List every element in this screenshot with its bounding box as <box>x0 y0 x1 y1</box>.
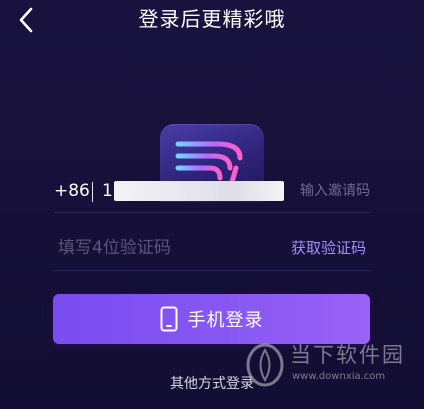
watermark-name: 当下软件园 <box>290 343 405 367</box>
country-code-selector[interactable]: +86 <box>54 179 90 203</box>
verification-code-input[interactable] <box>58 235 258 261</box>
login-screen: 登录后更精彩哦 +86 获取验证码 <box>0 0 424 409</box>
phone-login-button[interactable]: 手机登录 <box>53 294 370 344</box>
page-title: 登录后更精彩哦 <box>138 7 286 31</box>
phone-input-row: +86 <box>54 170 370 213</box>
get-code-button[interactable]: 获取验证码 <box>291 237 366 259</box>
phone-number-redaction <box>114 181 284 201</box>
smartphone-icon <box>160 306 178 332</box>
invite-code-input[interactable] <box>270 179 370 203</box>
phone-login-label: 手机登录 <box>187 310 264 331</box>
country-code-divider <box>92 182 93 202</box>
other-login-link[interactable]: 其他方式登录 <box>0 374 424 394</box>
verification-code-row: 获取验证码 <box>54 226 370 271</box>
